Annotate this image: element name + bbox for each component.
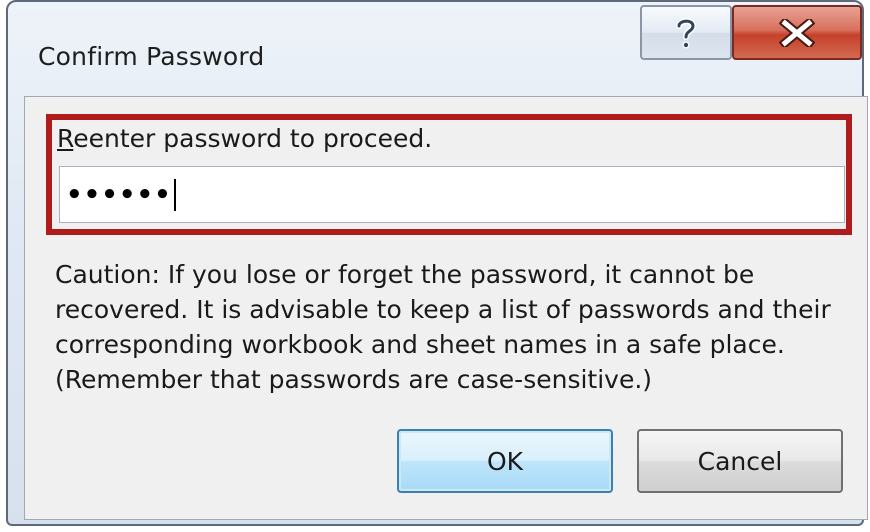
- help-button[interactable]: [640, 5, 732, 60]
- dialog-content: Reenter password to proceed. •••••• Caut…: [24, 96, 868, 520]
- question-mark-icon: [676, 17, 697, 48]
- password-input[interactable]: ••••••: [59, 166, 845, 223]
- close-x-icon: [779, 18, 815, 47]
- dialog-title: Confirm Password: [38, 42, 265, 71]
- close-button[interactable]: [732, 5, 862, 60]
- label-access-key: R: [57, 124, 74, 153]
- label-text: eenter password to proceed.: [73, 124, 433, 153]
- text-caret: [173, 178, 176, 211]
- ok-button[interactable]: OK: [397, 429, 613, 493]
- confirm-password-dialog: Confirm Password Reenter password to pro…: [6, 0, 868, 526]
- caution-text: Caution: If you lose or forget the passw…: [55, 260, 831, 394]
- password-masked-value: ••••••: [66, 179, 172, 210]
- cancel-button[interactable]: Cancel: [637, 429, 843, 493]
- reenter-password-label: Reenter password to proceed.: [57, 124, 432, 153]
